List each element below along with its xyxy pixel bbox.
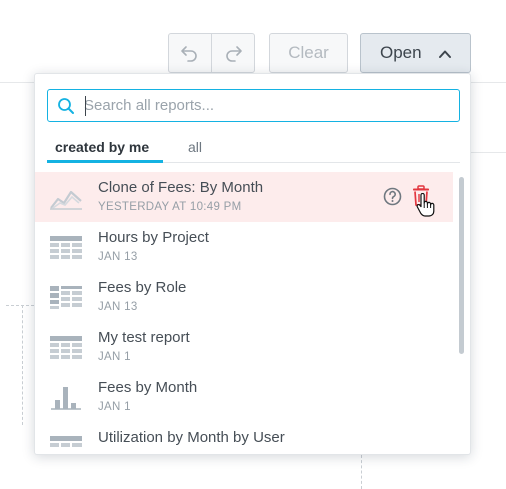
tab-created-by-me[interactable]: created by me <box>55 138 149 156</box>
report-item[interactable]: Clone of Fees: By Month YESTERDAY AT 10:… <box>35 172 453 222</box>
background-grid-line <box>361 455 362 489</box>
report-name: Fees by Role <box>98 279 187 296</box>
report-date: JAN 1 <box>98 401 131 413</box>
open-report-dropdown: created by me all Clone of Fees: By Mont… <box>34 73 471 455</box>
bar-chart-icon <box>51 387 81 410</box>
tab-all[interactable]: all <box>188 138 202 156</box>
report-date: JAN 13 <box>98 301 138 313</box>
report-name: Clone of Fees: By Month <box>98 179 264 196</box>
background-divider-top <box>0 82 34 83</box>
report-name: My test report <box>98 329 190 346</box>
clear-button[interactable]: Clear <box>269 33 348 73</box>
open-button[interactable]: Open <box>360 33 471 73</box>
background-divider-right <box>471 82 506 83</box>
report-item[interactable]: Utilization by Month by User <box>35 422 453 454</box>
report-name: Utilization by Month by User <box>98 429 285 446</box>
table-icon <box>50 436 82 447</box>
chevron-up-icon <box>439 50 451 58</box>
report-name: Fees by Month <box>98 379 198 396</box>
report-date: JAN 13 <box>98 251 138 263</box>
clear-button-label: Clear <box>288 43 329 62</box>
pivot-table-icon <box>50 286 82 309</box>
report-item[interactable]: Hours by Project JAN 13 <box>35 222 453 272</box>
line-chart-icon <box>50 190 82 210</box>
report-date: JAN 1 <box>98 351 131 363</box>
background-grid-line-left <box>22 305 23 425</box>
report-filter-tabs: created by me all <box>47 136 460 163</box>
list-scrollbar[interactable] <box>459 177 464 354</box>
report-list: Clone of Fees: By Month YESTERDAY AT 10:… <box>35 172 470 454</box>
report-item[interactable]: Fees by Role JAN 13 <box>35 272 453 322</box>
report-name: Hours by Project <box>98 229 209 246</box>
open-button-label: Open <box>380 43 422 62</box>
redo-button[interactable] <box>211 33 255 73</box>
table-icon <box>50 336 82 359</box>
search-icon <box>58 98 74 114</box>
table-icon <box>50 236 82 259</box>
report-item[interactable]: Fees by Month JAN 1 <box>35 372 453 422</box>
undo-button[interactable] <box>168 33 212 73</box>
redo-arrow-icon <box>226 46 242 62</box>
search-box[interactable] <box>47 89 460 122</box>
background-grid-line-h <box>6 305 34 306</box>
undo-arrow-icon <box>181 46 197 62</box>
question-mark-icon[interactable] <box>383 187 402 206</box>
text-caret <box>85 96 86 116</box>
report-date: YESTERDAY AT 10:49 PM <box>98 201 242 213</box>
active-tab-indicator <box>47 160 163 163</box>
report-item[interactable]: My test report JAN 1 <box>35 322 453 372</box>
hand-pointer-cursor-icon <box>416 193 435 217</box>
background-divider-right-2 <box>471 152 506 153</box>
search-input[interactable] <box>84 95 449 116</box>
